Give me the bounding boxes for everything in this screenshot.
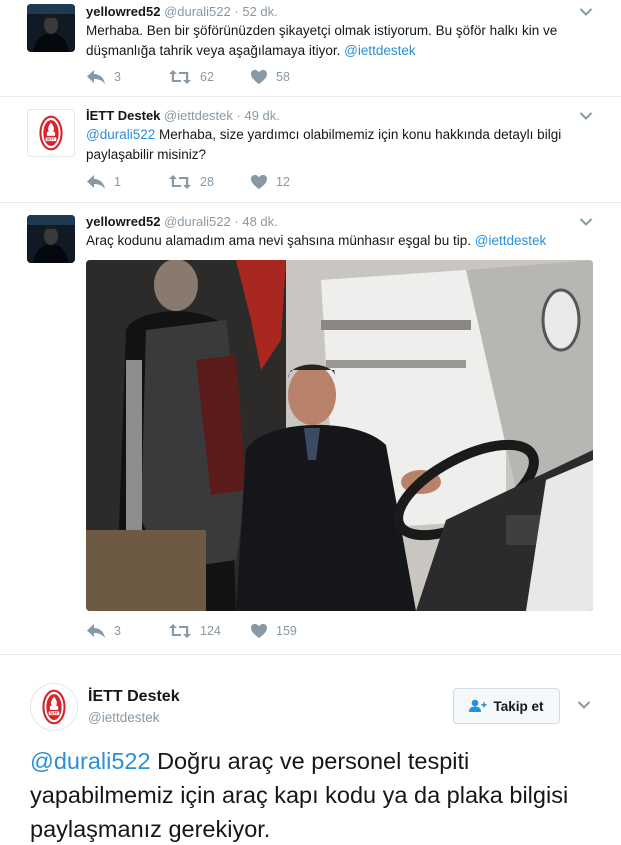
screen-name[interactable]: @iettdestek [164, 108, 233, 123]
iett-logo [31, 684, 77, 730]
retweet-icon [168, 69, 192, 85]
tweet-actions: 1 28 12 [86, 173, 332, 191]
follow-label: Takip et [493, 698, 544, 714]
display-name[interactable]: yellowred52 [86, 4, 160, 19]
screen-name[interactable]: @durali522 [164, 4, 231, 19]
chevron-down-icon[interactable] [579, 217, 593, 227]
avatar[interactable] [27, 4, 75, 52]
like-icon [250, 174, 268, 190]
like-icon [250, 623, 268, 639]
retweet-action[interactable]: 28 [168, 174, 250, 190]
retweet-count: 62 [200, 70, 214, 84]
tweet-photo[interactable] [86, 260, 593, 611]
retweet-icon [168, 174, 192, 190]
retweet-count: 124 [200, 624, 221, 638]
retweet-action[interactable]: 62 [168, 69, 250, 85]
mention-link[interactable]: @durali522 [86, 127, 155, 142]
timestamp[interactable]: 49 dk. [244, 108, 279, 123]
reply-count: 3 [114, 624, 121, 638]
timestamp[interactable]: 52 dk. [242, 4, 277, 19]
tweet-text: @durali522 Merhaba, size yardımcı olabil… [86, 125, 596, 165]
display-name[interactable]: yellowred52 [86, 214, 160, 229]
reply-count: 3 [114, 70, 121, 84]
like-count: 58 [276, 70, 290, 84]
chevron-down-icon[interactable] [579, 7, 593, 17]
chevron-down-icon[interactable] [577, 700, 591, 710]
retweet-count: 28 [200, 175, 214, 189]
tweet-body: Araç kodunu alamadım ama nevi şahsına mü… [86, 233, 471, 248]
like-count: 12 [276, 175, 290, 189]
reply-icon [86, 69, 106, 85]
mention-link[interactable]: @iettdestek [475, 233, 547, 248]
reply-count: 1 [114, 175, 121, 189]
follow-button[interactable]: Takip et [453, 688, 560, 724]
avatar[interactable] [27, 215, 75, 263]
display-name[interactable]: İETT Destek [88, 688, 180, 706]
follow-user-icon [469, 699, 487, 712]
like-action[interactable]: 159 [250, 623, 332, 639]
photo-bus-driver [86, 260, 593, 611]
screen-name[interactable]: @durali522 [164, 214, 231, 229]
mention-link[interactable]: @iettdestek [344, 43, 416, 58]
reply-action[interactable]: 3 [86, 69, 168, 85]
avatar-image [27, 4, 75, 52]
avatar[interactable] [27, 109, 75, 157]
tweet-actions: 3 124 159 [86, 622, 332, 640]
tweet[interactable]: yellowred52 @durali522 · 52 dk. Merhaba.… [0, 0, 621, 97]
like-icon [250, 69, 268, 85]
retweet-action[interactable]: 124 [168, 623, 250, 639]
tweet-header: yellowred52 @durali522 · 52 dk. [86, 4, 278, 19]
avatar[interactable] [30, 683, 78, 731]
reply-icon [86, 623, 106, 639]
retweet-icon [168, 623, 192, 639]
tweet-text: Araç kodunu alamadım ama nevi şahsına mü… [86, 231, 596, 251]
expanded-tweet: İETT Destek @iettdestek Takip et @durali… [0, 655, 621, 845]
separator: · [236, 108, 241, 123]
mention-link[interactable]: @durali522 [30, 748, 151, 774]
iett-logo [28, 110, 74, 156]
tweet-header: İETT Destek @iettdestek · 49 dk. [86, 108, 280, 123]
tweet[interactable]: İETT Destek @iettdestek · 49 dk. @durali… [0, 97, 621, 203]
reply-icon [86, 174, 106, 190]
tweet-header: yellowred52 @durali522 · 48 dk. [86, 214, 278, 229]
screen-name[interactable]: @iettdestek [88, 710, 160, 725]
like-action[interactable]: 58 [250, 69, 332, 85]
reply-action[interactable]: 3 [86, 623, 168, 639]
chevron-down-icon[interactable] [579, 111, 593, 121]
separator: · [234, 214, 239, 229]
tweet-actions: 3 62 58 [86, 68, 332, 86]
reply-action[interactable]: 1 [86, 174, 168, 190]
like-count: 159 [276, 624, 297, 638]
tweet-text: @durali522 Doğru araç ve personel tespit… [30, 744, 590, 845]
tweet-text: Merhaba. Ben bir şöförünüzden şikayetçi … [86, 21, 596, 61]
tweet[interactable]: yellowred52 @durali522 · 48 dk. Araç kod… [0, 203, 621, 655]
tweet-body: Merhaba, size yardımcı olabilmemiz için … [86, 127, 562, 162]
tweet-body: Merhaba. Ben bir şöförünüzden şikayetçi … [86, 23, 558, 58]
separator: · [234, 4, 239, 19]
avatar-image [27, 215, 75, 263]
timestamp[interactable]: 48 dk. [242, 214, 277, 229]
like-action[interactable]: 12 [250, 174, 332, 190]
display-name[interactable]: İETT Destek [86, 108, 160, 123]
